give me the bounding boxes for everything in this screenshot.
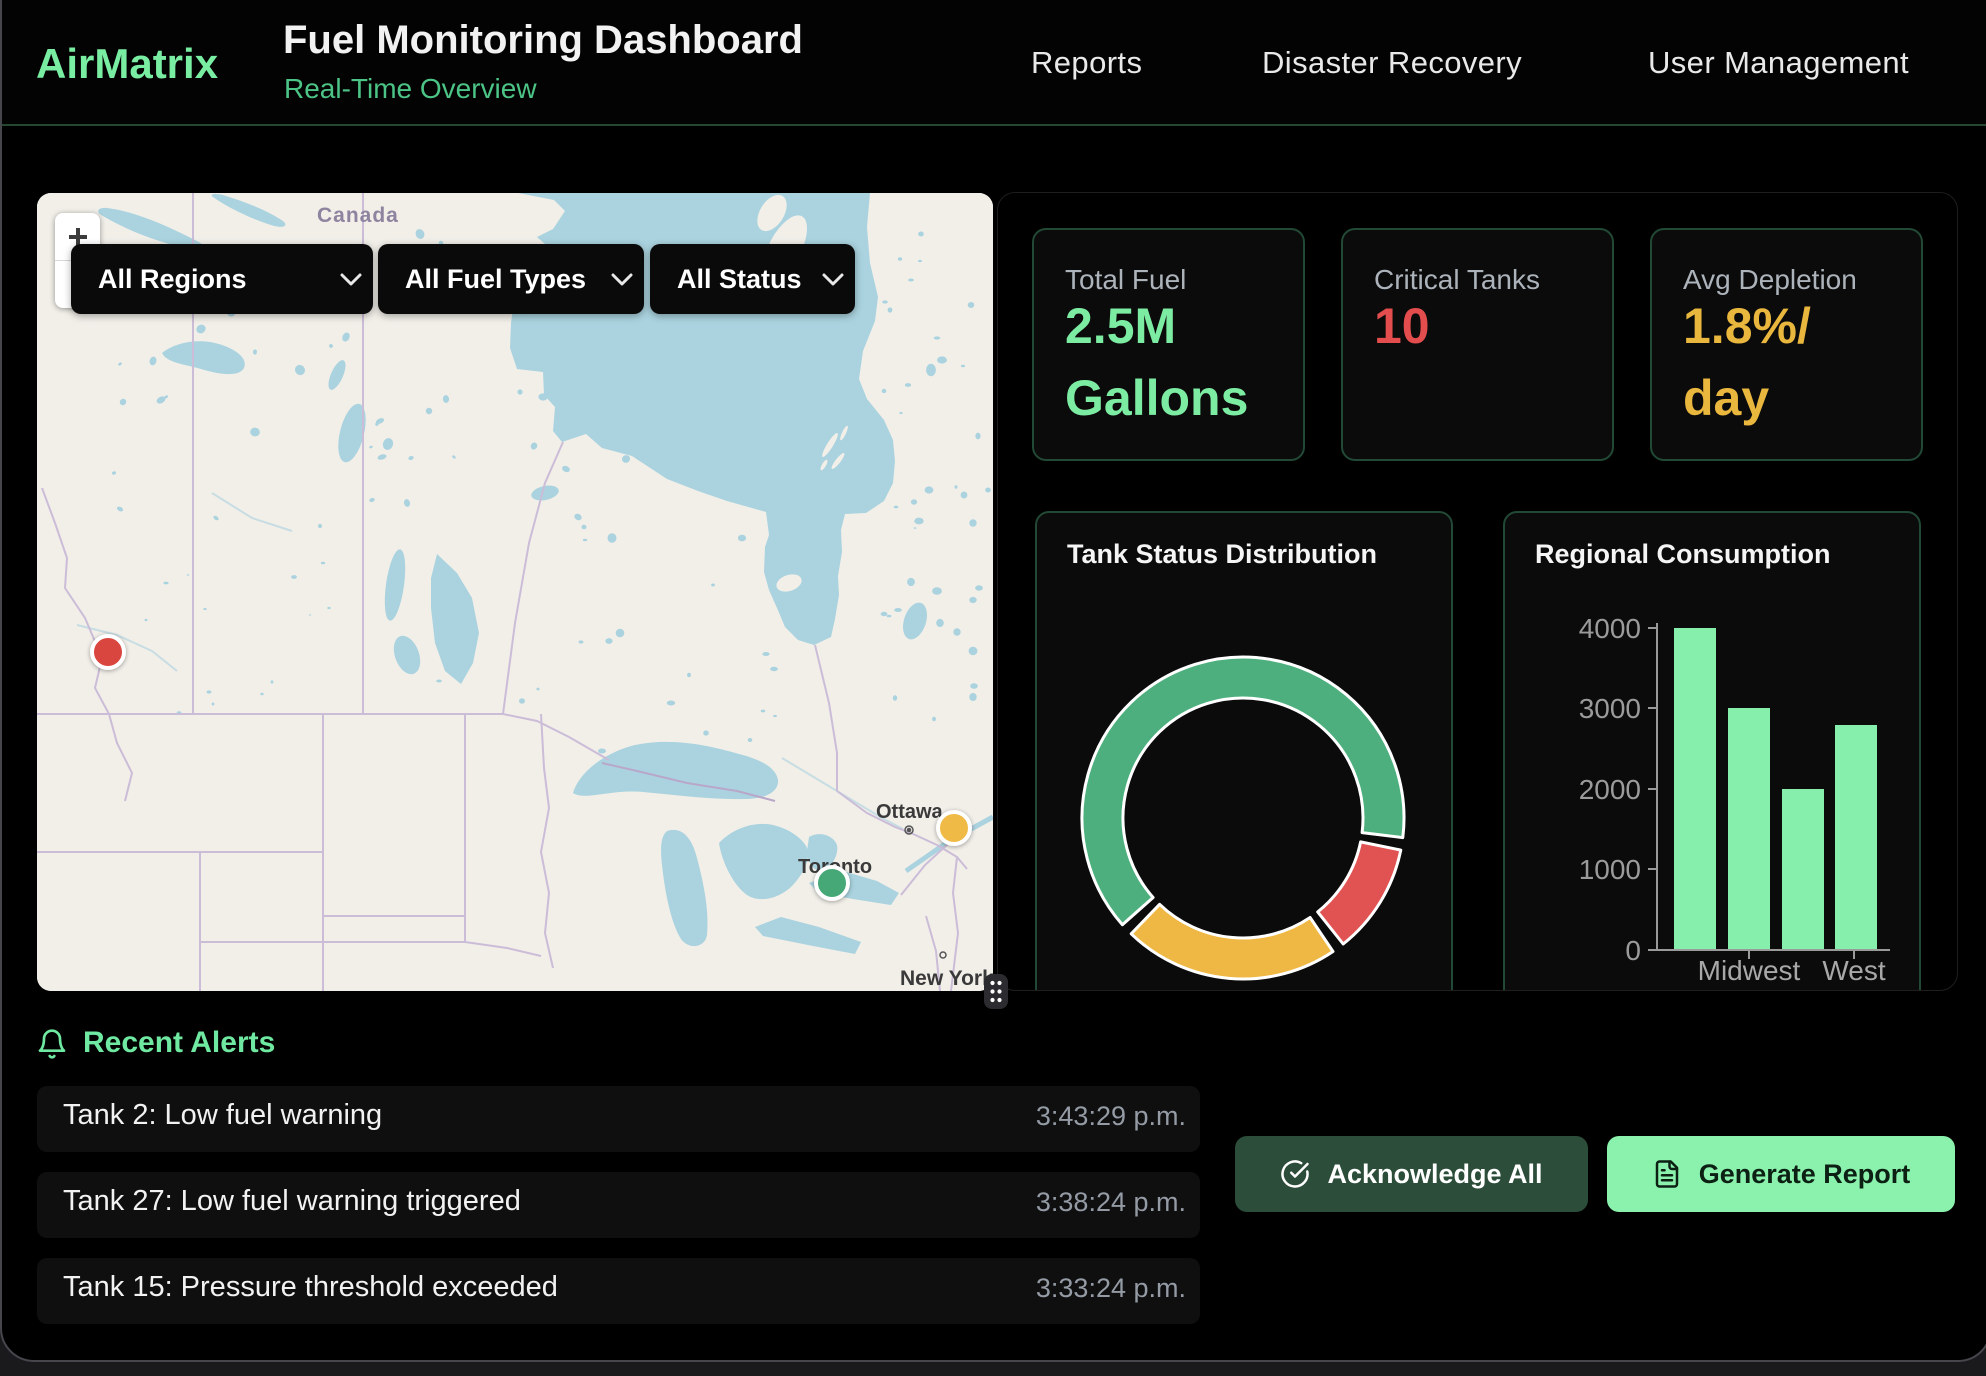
svg-text:4000: 4000 — [1579, 613, 1641, 644]
svg-text:New York: New York — [900, 967, 993, 990]
svg-text:2000: 2000 — [1579, 774, 1641, 805]
svg-text:1000: 1000 — [1579, 854, 1641, 885]
svg-text:0: 0 — [1625, 935, 1641, 966]
svg-text:West: West — [1822, 955, 1885, 986]
svg-text:Midwest: Midwest — [1698, 955, 1801, 986]
svg-text:Canada: Canada — [317, 204, 399, 227]
svg-text:Ottawa: Ottawa — [876, 801, 944, 823]
svg-text:3000: 3000 — [1579, 693, 1641, 724]
